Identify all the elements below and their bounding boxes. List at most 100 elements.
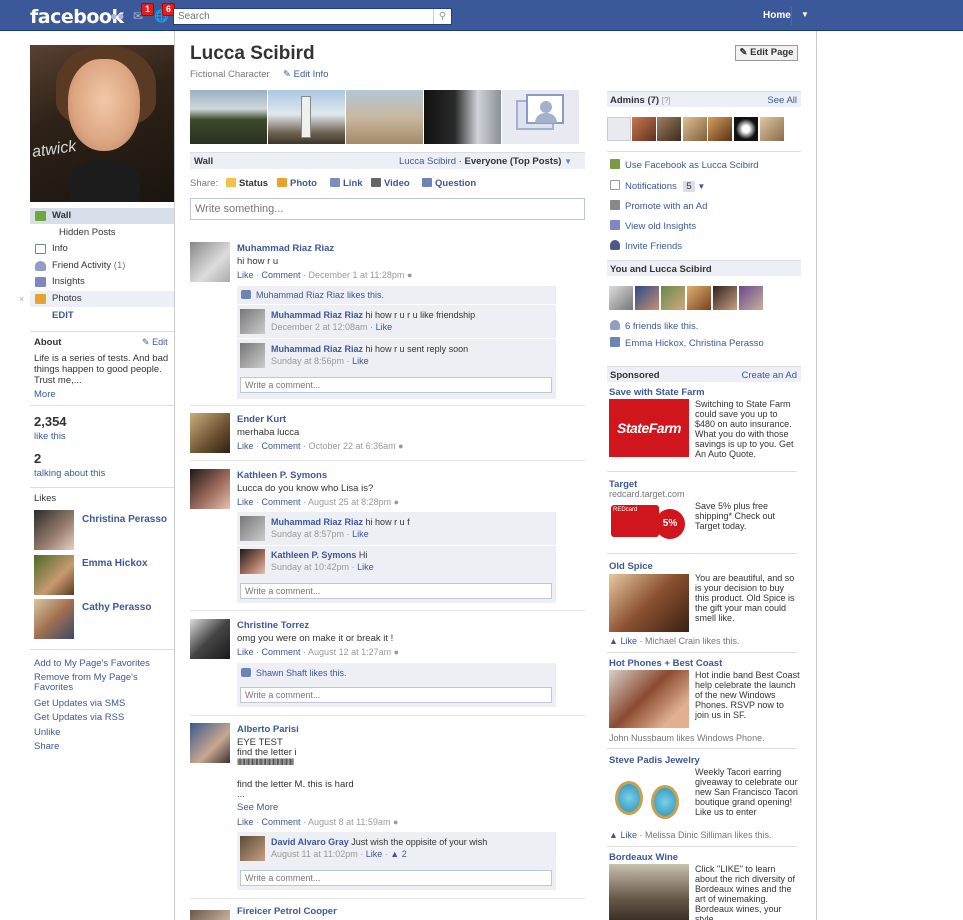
share-status-button[interactable]: Status <box>226 178 268 189</box>
liked-page-name[interactable]: Christina Perasso <box>82 514 167 525</box>
mutual-friend-avatar[interactable] <box>635 286 659 310</box>
nav-insights[interactable]: Insights <box>30 274 174 290</box>
comment-avatar[interactable] <box>240 549 265 574</box>
home-link[interactable]: Home <box>763 10 791 21</box>
liked-page-name[interactable]: Emma Hickox <box>82 558 148 569</box>
liked-page-avatar[interactable] <box>34 555 74 595</box>
edit-info-link[interactable]: ✎ Edit Info <box>283 69 328 80</box>
ad-title[interactable]: Steve Padis Jewelry <box>609 755 700 766</box>
talking-count-label[interactable]: talking about this <box>34 468 105 479</box>
ad-title[interactable]: Hot Phones + Best Coast <box>609 658 722 669</box>
liked-page-avatar[interactable] <box>34 510 74 550</box>
see-more-link[interactable]: See More <box>237 802 278 813</box>
comment-likes[interactable]: ▲ 2 <box>390 849 406 859</box>
share-link-button[interactable]: Link <box>330 178 363 189</box>
remove-icon[interactable]: × <box>19 291 24 307</box>
create-ad-link[interactable]: Create an Ad <box>742 370 797 381</box>
comment-input[interactable]: Write a comment... <box>240 583 552 599</box>
friends-like-link[interactable]: 6 friends like this. <box>610 320 698 332</box>
search-box[interactable]: ⚲ <box>173 8 452 25</box>
comment-input[interactable]: Write a comment... <box>240 687 552 703</box>
comment-input[interactable]: Write a comment... <box>240 377 552 393</box>
post-author-avatar[interactable] <box>190 723 230 763</box>
target-ad-image[interactable]: REDcard 5% <box>609 501 687 547</box>
add-photo-placeholder[interactable] <box>502 90 579 144</box>
rss-updates-link[interactable]: Get Updates via RSS <box>34 712 124 723</box>
ad-like-button[interactable]: ▲ Like <box>609 830 637 840</box>
post-author[interactable]: Ender Kurt <box>237 414 286 425</box>
see-all-link[interactable]: See All <box>767 95 797 106</box>
ad-like-button[interactable]: ▲ Like <box>609 636 637 646</box>
oldspice-ad-image[interactable] <box>609 574 689 632</box>
comment-avatar[interactable] <box>240 343 265 368</box>
wall-post-input[interactable]: Write something... <box>190 198 585 220</box>
ad-title[interactable]: Bordeaux Wine <box>609 852 678 863</box>
mutual-friend-avatar[interactable] <box>609 286 633 310</box>
post-author-avatar[interactable] <box>190 242 230 282</box>
liked-page-name[interactable]: Cathy Perasso <box>82 602 151 613</box>
admin-avatar[interactable] <box>760 117 784 141</box>
account-menu-chevron-icon[interactable]: ▼ <box>801 10 809 19</box>
post-author[interactable]: Kathleen P. Symons <box>237 470 327 481</box>
unlike-link[interactable]: Unlike <box>34 727 60 738</box>
mutual-friend-avatar[interactable] <box>687 286 711 310</box>
share-video-button[interactable]: Video <box>371 178 410 189</box>
photo-strip-image[interactable] <box>346 90 423 144</box>
wall-filter[interactable]: Lucca Scibird · Everyone (Top Posts) ▼ <box>399 156 572 167</box>
share-photo-button[interactable]: Photo <box>277 178 317 189</box>
friends-names[interactable]: Emma Hickox, Christina Perasso <box>610 337 764 349</box>
post-author-avatar[interactable] <box>190 469 230 509</box>
edit-nav-link[interactable]: EDIT <box>52 310 74 321</box>
sms-updates-link[interactable]: Get Updates via SMS <box>34 698 125 709</box>
add-favorites-link[interactable]: Add to My Page's Favorites <box>34 658 150 669</box>
comment-avatar[interactable] <box>240 516 265 541</box>
photo-strip-image[interactable] <box>268 90 345 144</box>
edit-page-button[interactable]: ✎ Edit Page <box>735 45 798 61</box>
nav-info[interactable]: Info <box>30 241 174 257</box>
nav-friend-activity[interactable]: Friend Activity (1) <box>30 258 174 274</box>
comment-input[interactable]: Write a comment... <box>240 870 552 886</box>
search-input[interactable] <box>174 9 424 24</box>
wine-ad-image[interactable] <box>609 864 689 920</box>
about-edit-link[interactable]: ✎ Edit <box>142 337 168 348</box>
post-author-avatar[interactable] <box>190 619 230 659</box>
photo-strip-image[interactable] <box>424 90 501 144</box>
admin-avatar[interactable] <box>657 117 681 141</box>
remove-favorites-link[interactable]: Remove from My Page's Favorites <box>34 673 154 693</box>
windows-phone-ad-image[interactable] <box>609 670 689 728</box>
friend-requests-icon[interactable]: ●● <box>110 9 126 23</box>
admin-avatar[interactable] <box>607 117 631 141</box>
profile-picture[interactable]: atwick <box>30 45 174 202</box>
share-link[interactable]: Share <box>34 741 59 752</box>
post-author[interactable]: Muhammad Riaz Riaz <box>237 243 334 254</box>
old-insights-link[interactable]: View old Insights <box>610 220 696 232</box>
comment-avatar[interactable] <box>240 309 265 334</box>
notifications-icon[interactable]: 🌐 6 <box>154 3 176 23</box>
nav-hidden-posts[interactable]: Hidden Posts <box>30 225 174 241</box>
nav-wall[interactable]: Wall <box>30 208 174 224</box>
admin-avatar[interactable] <box>683 117 707 141</box>
use-facebook-as-link[interactable]: Use Facebook as Lucca Scibird <box>610 159 759 171</box>
mutual-friend-avatar[interactable] <box>713 286 737 310</box>
notifications-link[interactable]: Notifications 5 ▼ <box>610 180 705 192</box>
ad-title[interactable]: Save with State Farm <box>609 387 705 398</box>
search-icon[interactable]: ⚲ <box>433 9 451 24</box>
messages-icon[interactable]: ✉ 1 <box>133 3 155 23</box>
ad-title[interactable]: Old Spice <box>609 561 653 572</box>
about-more-link[interactable]: More <box>34 389 56 400</box>
page-category[interactable]: Fictional Character <box>190 69 270 80</box>
post-author[interactable]: Alberto Parisi <box>237 724 299 735</box>
mutual-friend-avatar[interactable] <box>661 286 685 310</box>
admin-avatar[interactable] <box>632 117 656 141</box>
photo-strip-image[interactable] <box>190 90 267 144</box>
mutual-friend-avatar[interactable] <box>739 286 763 310</box>
post-author-avatar[interactable] <box>190 413 230 453</box>
share-question-button[interactable]: Question <box>422 178 476 189</box>
invite-friends-link[interactable]: Invite Friends <box>610 240 682 252</box>
statefarm-ad-image[interactable]: StateFarm <box>609 399 689 457</box>
liked-page-avatar[interactable] <box>34 599 74 639</box>
post-author[interactable]: Christine Torrez <box>237 620 309 631</box>
promote-ad-link[interactable]: Promote with an Ad <box>610 200 707 212</box>
likes-count-label[interactable]: like this <box>34 431 66 442</box>
post-author[interactable]: Fireicer Petrol Cooper <box>237 906 337 917</box>
